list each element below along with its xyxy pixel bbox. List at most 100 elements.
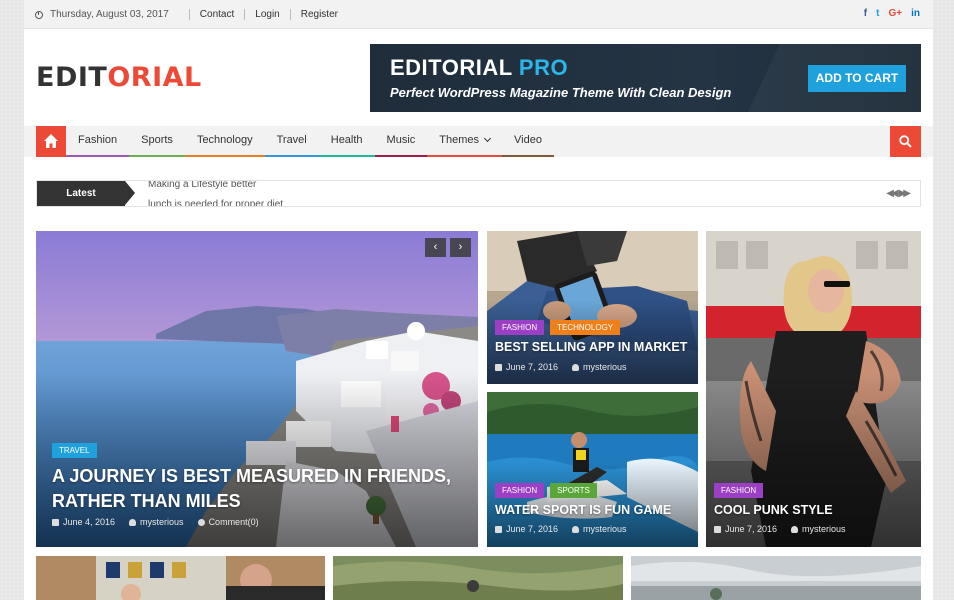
- logo-part-1: EDIT: [36, 62, 108, 93]
- post-date: June 7, 2016: [714, 524, 777, 534]
- nav-item-sports[interactable]: Sports: [129, 126, 185, 157]
- people-image: [36, 556, 325, 600]
- nav-item-label: Music: [386, 134, 416, 146]
- calendar-icon: [52, 519, 59, 526]
- social-links: f t G+ in: [864, 8, 920, 19]
- calendar-icon: [495, 526, 502, 533]
- nav-item-video[interactable]: Video: [502, 126, 554, 157]
- nav-item-travel[interactable]: Travel: [264, 126, 319, 157]
- site-logo[interactable]: EDITORIAL: [36, 62, 202, 93]
- post-meta: June 4, 2016 mysterious Comment(0): [52, 517, 259, 527]
- tag-travel[interactable]: TRAVEL: [52, 443, 97, 458]
- sky-image: [631, 556, 921, 600]
- latest-news-ticker: Latest Making a Lifestyle better lunch i…: [36, 180, 921, 207]
- post-author[interactable]: mysterious: [572, 524, 627, 534]
- add-to-cart-button[interactable]: ADD TO CART: [808, 65, 906, 92]
- user-icon: [572, 526, 580, 533]
- ticker-label: Latest: [37, 181, 125, 206]
- post-tags: FASHION SPORTS: [495, 483, 597, 498]
- post-meta: June 7, 2016 mysterious: [714, 524, 846, 534]
- nav-item-label: Technology: [196, 134, 253, 146]
- post-author[interactable]: mysterious: [129, 517, 184, 527]
- register-link[interactable]: Register: [301, 9, 338, 20]
- post-meta: June 7, 2016 mysterious: [495, 524, 627, 534]
- contact-link[interactable]: Contact: [200, 9, 234, 20]
- facebook-icon[interactable]: f: [864, 8, 867, 19]
- post-date: June 4, 2016: [52, 517, 115, 527]
- twitter-icon[interactable]: t: [876, 8, 879, 19]
- nav-item-themes[interactable]: Themes: [427, 126, 503, 157]
- featured-card-punk-style[interactable]: FASHION COOL PUNK STYLE June 7, 2016 mys…: [706, 231, 921, 547]
- home-button[interactable]: [36, 126, 66, 157]
- nav-item-music[interactable]: Music: [374, 126, 428, 157]
- post-author[interactable]: mysterious: [791, 524, 846, 534]
- main-navigation: Fashion Sports Technology Travel Health …: [24, 126, 933, 157]
- login-link[interactable]: Login: [255, 9, 279, 20]
- divider: [188, 9, 190, 20]
- post-title[interactable]: COOL PUNK STYLE: [714, 503, 833, 517]
- divider: [289, 9, 291, 20]
- featured-card-app[interactable]: FASHION TECHNOLOGY BEST SELLING APP IN M…: [487, 231, 698, 384]
- nav-item-technology[interactable]: Technology: [184, 126, 265, 157]
- linkedin-icon[interactable]: in: [911, 8, 920, 19]
- comment-icon: [197, 519, 205, 526]
- top-bar-left: Thursday, August 03, 2017 Contact Login …: [35, 9, 338, 20]
- nav-item-label: Health: [330, 134, 363, 146]
- post-comments-text: Comment(0): [208, 517, 259, 527]
- post-date-text: June 7, 2016: [506, 524, 559, 534]
- calendar-icon: [714, 526, 721, 533]
- user-icon: [572, 364, 580, 371]
- divider: [244, 9, 246, 20]
- hills-image: [333, 556, 623, 600]
- tag-fashion[interactable]: FASHION: [495, 320, 545, 335]
- search-button[interactable]: [890, 126, 921, 157]
- post-meta: June 7, 2016 mysterious: [495, 362, 627, 372]
- post-card-thumbnail[interactable]: [36, 556, 325, 600]
- slider-prev-button[interactable]: ‹: [425, 238, 446, 257]
- tag-fashion[interactable]: FASHION: [495, 483, 545, 498]
- ticker-prev-icon[interactable]: ◀◀: [886, 188, 899, 199]
- post-date-text: June 4, 2016: [63, 517, 116, 527]
- post-author-text: mysterious: [140, 517, 184, 527]
- post-title[interactable]: BEST SELLING APP IN MARKET: [495, 340, 687, 354]
- nav-item-label: Travel: [276, 134, 307, 146]
- nav-item-fashion[interactable]: Fashion: [66, 126, 130, 157]
- banner-title-pro: PRO: [518, 55, 569, 80]
- featured-main-title[interactable]: A JOURNEY IS BEST MEASURED IN FRIENDS, R…: [52, 464, 451, 514]
- banner-subtitle: Perfect WordPress Magazine Theme With Cl…: [390, 85, 732, 100]
- nav-item-label: Fashion: [78, 134, 118, 146]
- post-comments[interactable]: Comment(0): [197, 517, 259, 527]
- google-plus-icon[interactable]: G+: [888, 8, 902, 19]
- user-icon: [129, 519, 137, 526]
- clock-icon: [35, 10, 43, 19]
- slider-next-button[interactable]: ›: [450, 238, 471, 257]
- post-tags: TRAVEL: [52, 443, 97, 458]
- image-overlay: [706, 373, 921, 547]
- ticker-item[interactable]: Making a Lifestyle better: [148, 181, 256, 190]
- post-card-thumbnail[interactable]: [333, 556, 623, 600]
- current-date: Thursday, August 03, 2017: [50, 9, 169, 20]
- ticker-controls: ◀◀ ▶▶: [886, 188, 912, 199]
- tag-fashion[interactable]: FASHION: [714, 483, 764, 498]
- nav-item-label: Video: [514, 134, 542, 146]
- tag-sports[interactable]: SPORTS: [550, 483, 597, 498]
- ticker-next-icon[interactable]: ▶▶: [899, 188, 912, 199]
- logo-part-2: ORIAL: [107, 62, 202, 93]
- nav-item-health[interactable]: Health: [318, 126, 375, 157]
- pro-banner-ad[interactable]: EDITORIAL PRO Perfect WordPress Magazine…: [370, 44, 921, 112]
- post-author[interactable]: mysterious: [572, 362, 627, 372]
- post-title[interactable]: WATER SPORT IS FUN GAME: [495, 503, 671, 517]
- banner-title: EDITORIAL PRO: [390, 55, 568, 81]
- tag-technology[interactable]: TECHNOLOGY: [550, 320, 621, 335]
- featured-card-water-sport[interactable]: FASHION SPORTS WATER SPORT IS FUN GAME J…: [487, 392, 698, 547]
- post-author-text: mysterious: [583, 362, 627, 372]
- post-date: June 7, 2016: [495, 524, 558, 534]
- top-bar: Thursday, August 03, 2017 Contact Login …: [24, 0, 933, 29]
- ticker-item[interactable]: lunch is needed for proper diet: [148, 199, 283, 206]
- title-line: RATHER THAN MILES: [52, 491, 241, 511]
- nav-item-label: Themes: [439, 134, 480, 146]
- post-card-thumbnail[interactable]: [631, 556, 921, 600]
- nav-menu: Fashion Sports Technology Travel Health …: [66, 126, 554, 157]
- featured-main-card[interactable]: ‹ › TRAVEL A JOURNEY IS BEST MEASURED IN…: [36, 231, 478, 547]
- post-date: June 7, 2016: [495, 362, 558, 372]
